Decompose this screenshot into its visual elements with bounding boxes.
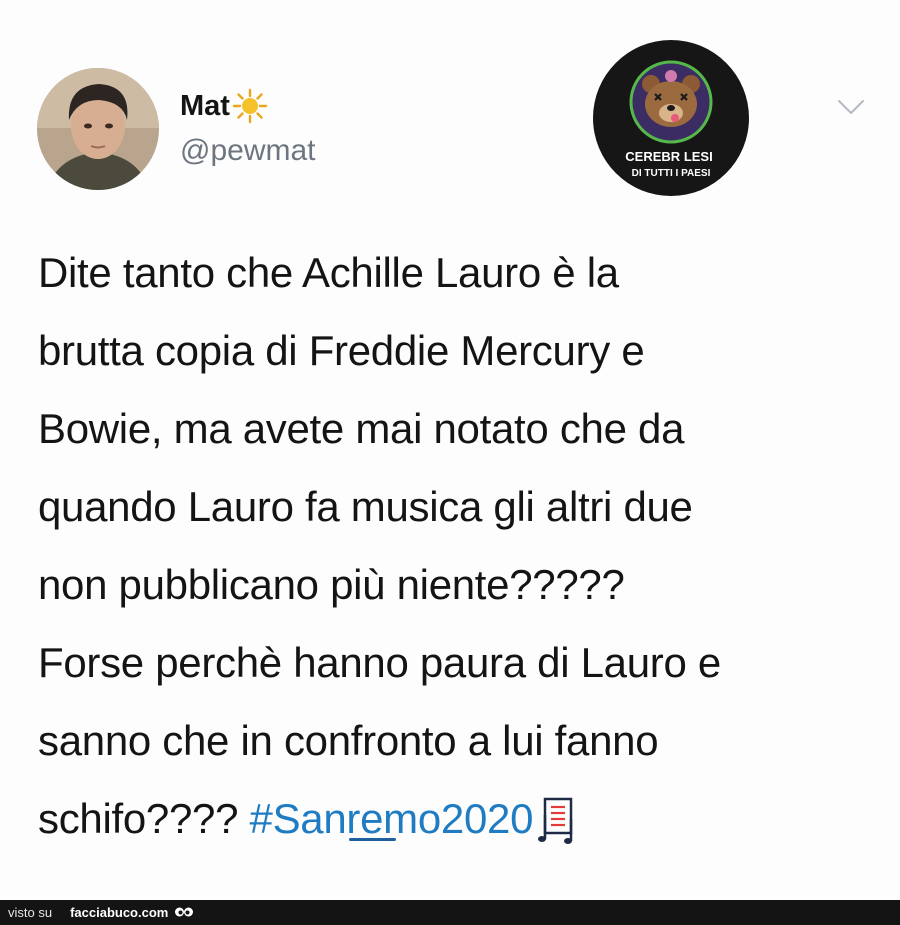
tweet-line: Bowie, ma avete mai notato che da xyxy=(38,405,685,452)
display-name-text: Mat xyxy=(180,89,230,122)
music-score-icon xyxy=(538,797,573,844)
footer-bar: visto su facciabuco.com xyxy=(0,900,900,925)
tweet-line: Dite tanto che Achille Lauro è la xyxy=(38,249,619,296)
tweet-line: non pubblicano più niente????? xyxy=(38,561,625,608)
tweet-text: Dite tanto che Achille Lauro è la brutta… xyxy=(38,234,868,858)
chevron-down-icon[interactable] xyxy=(836,96,866,118)
footer-prefix: visto su xyxy=(8,905,53,920)
tweet-line: quando Lauro fa musica gli altri due xyxy=(38,483,693,530)
tweet-line: Forse perchè hanno paura di Lauro e xyxy=(38,639,721,686)
watermark-text-2: DI TUTTI I PAESI xyxy=(632,168,711,179)
eyes-icon xyxy=(175,907,194,916)
tweet-line-last: schifo???? #Sanremo2020 xyxy=(38,780,868,858)
tweet-line: brutta copia di Freddie Mercury e xyxy=(38,327,645,374)
author-avatar[interactable] xyxy=(37,68,159,190)
hashtag-link[interactable]: #Sanremo2020 xyxy=(250,795,534,842)
author-handle[interactable]: @pewmat xyxy=(180,134,316,168)
divider-mark xyxy=(349,838,396,841)
footer-site-link[interactable]: facciabuco.com xyxy=(70,905,168,920)
tweet-line: sanno che in confronto a lui fanno xyxy=(38,717,659,764)
tweet-card: Mat @pewmat CEREBR LESI DI TUTTI I PAESI… xyxy=(0,0,900,900)
author-display-name[interactable]: Mat xyxy=(180,88,268,124)
watermark-badge: CEREBR LESI DI TUTTI I PAESI xyxy=(593,40,749,196)
tweet-line-text: schifo???? xyxy=(38,795,250,842)
watermark-text-1: CEREBR LESI xyxy=(625,149,712,164)
sun-icon xyxy=(232,88,268,124)
profile-photo-icon xyxy=(37,68,159,190)
